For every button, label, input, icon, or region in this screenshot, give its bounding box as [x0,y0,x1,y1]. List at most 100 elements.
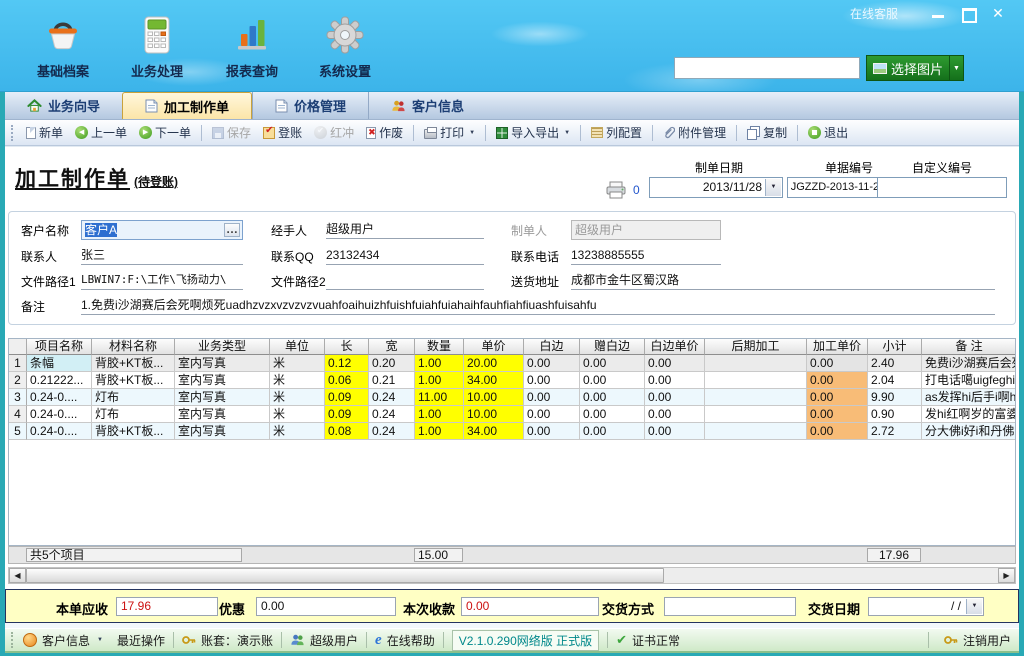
receivable-field[interactable]: 17.96 [116,597,218,616]
grid-cell[interactable]: 0.24 [369,389,415,406]
menu-system-settings[interactable]: 系统设置 [302,12,388,80]
grid-cell[interactable]: 0.00 [645,372,705,389]
grid-cell[interactable]: 0.00 [580,355,645,372]
minimize-button[interactable] [930,7,946,20]
statusbar-recent-operations[interactable]: 最近操作 [117,632,165,649]
grid-cell[interactable]: 室内写真 [175,389,270,406]
grid-header-cell[interactable]: 项目名称 [27,339,92,355]
grid-cell[interactable]: 9.90 [868,389,922,406]
grid-cell[interactable]: 发hi红啊岁的富婆 [922,406,1016,423]
custom-no-field[interactable] [877,177,1007,198]
import-export-button[interactable]: 导入导出▼ [491,122,575,143]
grid-header-cell[interactable]: 后期加工 [705,339,807,355]
attachment-button[interactable]: 附件管理 [658,122,731,143]
choose-image-button[interactable]: 选择图片 ▼ [866,55,964,81]
grid-header-cell[interactable]: 宽 [369,339,415,355]
grid-cell[interactable]: 0.00 [580,389,645,406]
payment-field[interactable]: 0.00 [461,597,599,616]
grid-cell[interactable]: 免费i沙湖赛后会死 [922,355,1016,372]
file-path1-field[interactable]: LBWIN7:F:\工作\飞扬动力\ [81,271,243,290]
grid-cell[interactable]: 1.00 [415,423,464,440]
exit-button[interactable]: 退出 [803,122,853,143]
grid-cell[interactable]: 34.00 [464,423,524,440]
grid-cell[interactable]: 0.00 [807,372,868,389]
grid-cell[interactable]: 0.00 [807,406,868,423]
grid-cell[interactable]: 1.00 [415,355,464,372]
grid-cell[interactable]: 0.00 [580,423,645,440]
contact-field[interactable]: 张三 [81,246,243,265]
grid-cell[interactable]: 0.08 [325,423,369,440]
grid-header-cell[interactable]: 加工单价 [807,339,868,355]
previous-order-button[interactable]: ◀上一单 [70,122,132,143]
menu-report-query[interactable]: 报表查询 [209,12,295,80]
grid-cell[interactable]: 0.20 [369,355,415,372]
grid-cell[interactable]: 1.00 [415,406,464,423]
grid-cell[interactable]: 2.72 [868,423,922,440]
grid-header-cell[interactable]: 单价 [464,339,524,355]
h-scroll-right-button[interactable]: ▶ [998,568,1015,583]
horizontal-scrollbar[interactable]: ◀ ▶ [8,567,1016,584]
grid-header-cell[interactable]: 材料名称 [92,339,175,355]
tab-price-management[interactable]: 价格管理 [252,92,368,119]
grid-cell[interactable]: as发挥hi后手i啊h [922,389,1016,406]
grid-cell[interactable] [705,355,807,372]
copy-button[interactable]: 复制 [742,122,792,143]
grid-cell[interactable]: 1.00 [415,372,464,389]
grid-cell[interactable]: 0.00 [524,355,580,372]
grid-header-cell[interactable]: 长 [325,339,369,355]
grid-cell[interactable] [705,372,807,389]
grid-cell[interactable]: 室内写真 [175,406,270,423]
new-order-button[interactable]: 新单 [21,122,68,143]
grid-cell[interactable]: 0.00 [645,355,705,372]
h-scroll-thumb[interactable] [26,568,664,583]
grid-cell[interactable]: 0.00 [580,372,645,389]
date-dropdown-button[interactable]: ▼ [765,179,781,196]
customer-picker-button[interactable]: … [224,223,240,237]
file-path2-field[interactable] [326,271,484,290]
grid-cell[interactable]: 室内写真 [175,355,270,372]
red-flush-button[interactable]: 红冲 [309,122,359,143]
delivery-address-field[interactable]: 成都市金牛区蜀汉路 [571,271,995,290]
image-path-input[interactable] [674,57,860,79]
grid-cell[interactable]: 背胶+KT板... [92,355,175,372]
grid-cell[interactable]: 0.00 [580,406,645,423]
grid-cell[interactable]: 米 [270,389,325,406]
grid-header-cell[interactable]: 数量 [415,339,464,355]
grid-cell[interactable]: 灯布 [92,389,175,406]
column-config-button[interactable]: 列配置 [586,122,647,143]
grid-cell[interactable]: 0.21 [369,372,415,389]
grid-cell[interactable]: 背胶+KT板... [92,372,175,389]
grid-cell[interactable]: 0.00 [645,389,705,406]
menu-business-processing[interactable]: 业务处理 [114,12,200,80]
grid-cell[interactable]: 10.00 [464,406,524,423]
grid-header-cell[interactable]: 业务类型 [175,339,270,355]
logout-button[interactable]: 注销用户 [944,632,1011,649]
grid-header-cell[interactable]: 赠白边 [580,339,645,355]
print-button[interactable]: 打印▼ [419,122,480,143]
grid-cell[interactable]: 0.00 [807,389,868,406]
grid-cell[interactable]: 34.00 [464,372,524,389]
statusbar-online-help[interactable]: e 在线帮助 [375,632,435,649]
grid-header-cell[interactable]: 白边单价 [645,339,705,355]
grid-cell[interactable]: 0.00 [524,389,580,406]
grid-cell[interactable]: 灯布 [92,406,175,423]
close-button[interactable]: ✕ [990,7,1006,20]
grid-header-cell[interactable]: 小计 [868,339,922,355]
h-scroll-left-button[interactable]: ◀ [9,568,26,583]
grid-cell[interactable] [705,406,807,423]
grid-cell[interactable]: 条幅 [27,355,92,372]
grid-cell[interactable] [705,389,807,406]
delivery-date-field[interactable]: / / ▼ [868,597,984,616]
grid-header-cell[interactable]: 单位 [270,339,325,355]
grid-cell[interactable]: 0.09 [325,389,369,406]
grid-cell[interactable]: 米 [270,406,325,423]
tab-business-wizard[interactable]: 业务向导 [5,92,122,119]
grid-cell[interactable]: 米 [270,355,325,372]
delivery-method-field[interactable] [664,597,796,616]
grid-cell[interactable]: 0.00 [524,406,580,423]
online-service-link[interactable]: 在线客服 [850,5,898,22]
grid-cell[interactable]: 打电话噶uigfeghi [922,372,1016,389]
grid-cell[interactable]: 0.24-0.... [27,406,92,423]
grid-cell[interactable]: 0.00 [645,423,705,440]
register-account-button[interactable]: 登账 [258,122,307,143]
